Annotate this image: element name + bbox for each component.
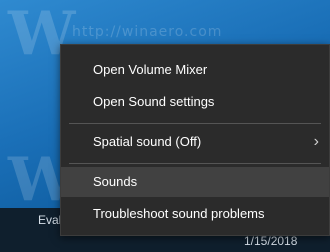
menu-item-open-volume-mixer[interactable]: Open Volume Mixer	[61, 55, 329, 85]
menu-item-label: Open Sound settings	[93, 94, 215, 109]
menu-item-spatial-sound[interactable]: Spatial sound (Off) ›	[61, 127, 329, 157]
menu-item-sounds[interactable]: Sounds	[61, 167, 329, 197]
menu-separator	[69, 163, 321, 164]
chevron-right-icon: ›	[313, 133, 319, 150]
taskbar-eval-text: Eval	[38, 213, 62, 227]
menu-separator	[69, 123, 321, 124]
menu-item-troubleshoot-sound[interactable]: Troubleshoot sound problems	[61, 199, 329, 229]
menu-item-open-sound-settings[interactable]: Open Sound settings	[61, 87, 329, 117]
sound-context-menu: Open Volume Mixer Open Sound settings Sp…	[60, 44, 330, 236]
watermark-url: http://winaero.com	[72, 24, 223, 40]
menu-item-label: Open Volume Mixer	[93, 62, 208, 77]
menu-item-label: Sounds	[93, 174, 138, 189]
taskbar-date[interactable]: 1/15/2018	[244, 234, 297, 248]
menu-item-label: Spatial sound (Off)	[93, 134, 202, 149]
menu-item-label: Troubleshoot sound problems	[93, 206, 265, 221]
